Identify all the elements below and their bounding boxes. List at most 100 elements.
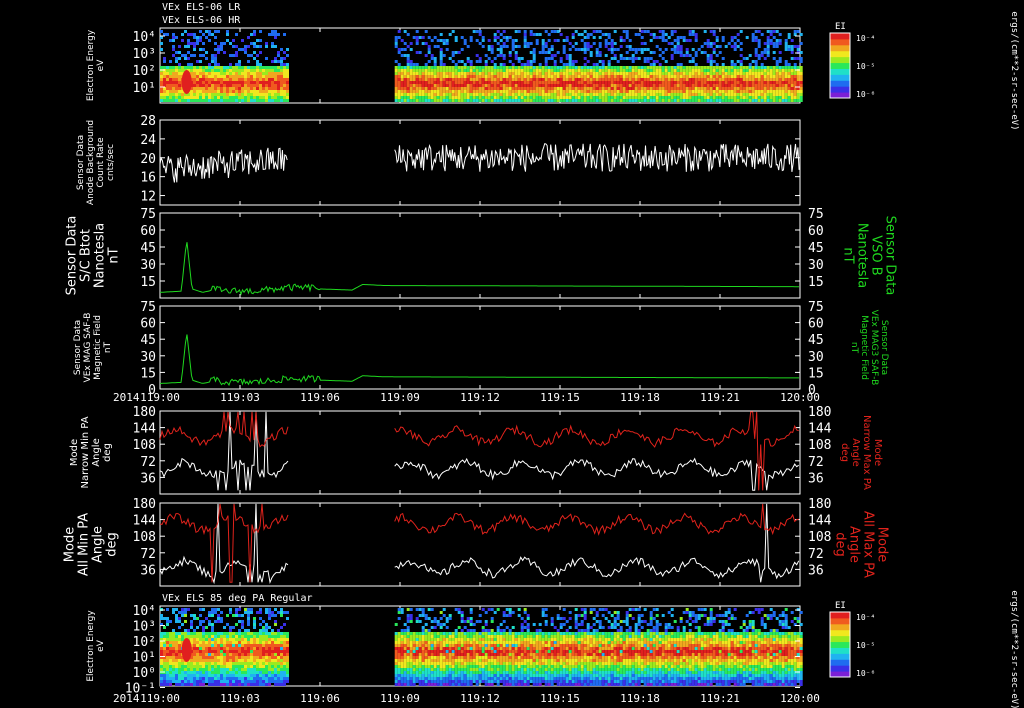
spectrogram-cell (247, 93, 250, 96)
spectrogram-cell (409, 653, 413, 656)
spectrogram-cell (247, 87, 250, 90)
spectrogram-cell (418, 644, 422, 647)
spectrogram-cell (550, 90, 554, 93)
spectrogram-cell (691, 66, 695, 69)
spectrogram-cell (400, 90, 404, 93)
spectrogram-cell (574, 84, 578, 87)
spectrogram-cell (610, 66, 614, 69)
spectrogram-cell (412, 662, 416, 665)
spectrogram-cell (394, 99, 398, 102)
spectrogram-cell (259, 99, 262, 102)
spectrogram-cell (178, 644, 181, 647)
spectrogram-cell (232, 93, 235, 96)
spectrogram-cell (436, 93, 440, 96)
spectrogram-cell (247, 611, 250, 614)
spectrogram-cell (721, 39, 725, 42)
spectrogram-cell (217, 671, 220, 674)
spectrogram-cell (406, 96, 410, 99)
spectrogram-cell (256, 75, 259, 78)
spectrogram-cell (502, 644, 506, 647)
spectrogram-cell (712, 78, 716, 81)
spectrogram-cell (784, 63, 788, 66)
spectrogram-cell (259, 39, 262, 42)
spectrogram-cell (448, 75, 452, 78)
spectrogram-cell (466, 656, 470, 659)
spectrogram-cell (730, 87, 734, 90)
spectrogram-cell (772, 69, 776, 72)
spectrogram-cell (508, 36, 512, 39)
spectrogram-cell (424, 629, 428, 632)
spectrogram-cell (217, 99, 220, 102)
spectrogram-cell (484, 647, 488, 650)
spectrogram-cell (232, 96, 235, 99)
spectrogram-cell (598, 81, 602, 84)
spectrogram-cell (511, 42, 515, 45)
spectrogram-cell (556, 72, 560, 75)
spectrogram-cell (670, 30, 674, 33)
spectrogram-cell (274, 671, 277, 674)
spectrogram-cell (649, 93, 653, 96)
spectrogram-cell (394, 659, 398, 662)
spectrogram-cell (757, 66, 761, 69)
spectrogram-cell (676, 84, 680, 87)
spectrogram-cell (439, 656, 443, 659)
spectrogram-cell (436, 623, 440, 626)
spectrogram-cell (472, 671, 476, 674)
spectrogram-cell (568, 63, 572, 66)
spectrogram-cell (502, 641, 506, 644)
spectrogram-cell (709, 99, 713, 102)
spectrogram-cell (259, 93, 262, 96)
spectrogram-cell (205, 72, 208, 75)
spectrogram-cell (277, 54, 280, 57)
spectrogram-cell (433, 671, 437, 674)
spectrogram-cell (493, 668, 497, 671)
spectrogram-cell (595, 93, 599, 96)
spectrogram-cell (220, 48, 223, 51)
spectrogram-cell (436, 90, 440, 93)
spectrogram-cell (709, 72, 713, 75)
spectrogram-cell (160, 93, 163, 96)
spectrogram-cell (439, 96, 443, 99)
spectrogram-cell (652, 60, 656, 63)
spectrogram-cell (277, 51, 280, 54)
spectrogram-cell (721, 99, 725, 102)
spectrogram-cell (685, 84, 689, 87)
spectrogram-cell (436, 665, 440, 668)
spectrogram-cell (190, 638, 193, 641)
spectrogram-cell (178, 96, 181, 99)
spectrogram-cell (427, 66, 431, 69)
spectrogram-cell (589, 75, 593, 78)
spectrogram-cell (469, 81, 473, 84)
spectrogram-cell (736, 78, 740, 81)
spectrogram-cell (790, 93, 794, 96)
spectrogram-cell (724, 81, 728, 84)
spectrogram-cell (790, 39, 794, 42)
spectrogram-cell (220, 78, 223, 81)
spectrogram-cell (244, 680, 247, 683)
spectrogram-cell (451, 650, 455, 653)
spectrogram-cell (259, 644, 262, 647)
spectrogram-cell (220, 665, 223, 668)
spectrogram-cell (403, 90, 407, 93)
spectrogram-cell (544, 51, 548, 54)
spectrogram-cell (568, 87, 572, 90)
spectrogram-cell (724, 72, 728, 75)
spectrogram-cell (196, 647, 199, 650)
spectrogram-cell (556, 96, 560, 99)
spectrogram-cell (541, 90, 545, 93)
spectrogram-cell (784, 81, 788, 84)
spectrogram-cell (481, 81, 485, 84)
spectrogram-cell (448, 33, 452, 36)
spectrogram-cell (460, 72, 464, 75)
spectrogram-cell (421, 614, 425, 617)
spectrogram-cell (523, 75, 527, 78)
spectrogram-cell (469, 662, 473, 665)
spectrogram-cell (220, 611, 223, 614)
spectrogram-cell (421, 611, 425, 614)
spectrogram-cell (427, 641, 431, 644)
spectrogram-cell (499, 90, 503, 93)
spectrogram-cell (175, 632, 178, 635)
spectrogram-cell (193, 66, 196, 69)
spectrogram-cell (667, 69, 671, 72)
spectrogram-cell (427, 674, 431, 677)
